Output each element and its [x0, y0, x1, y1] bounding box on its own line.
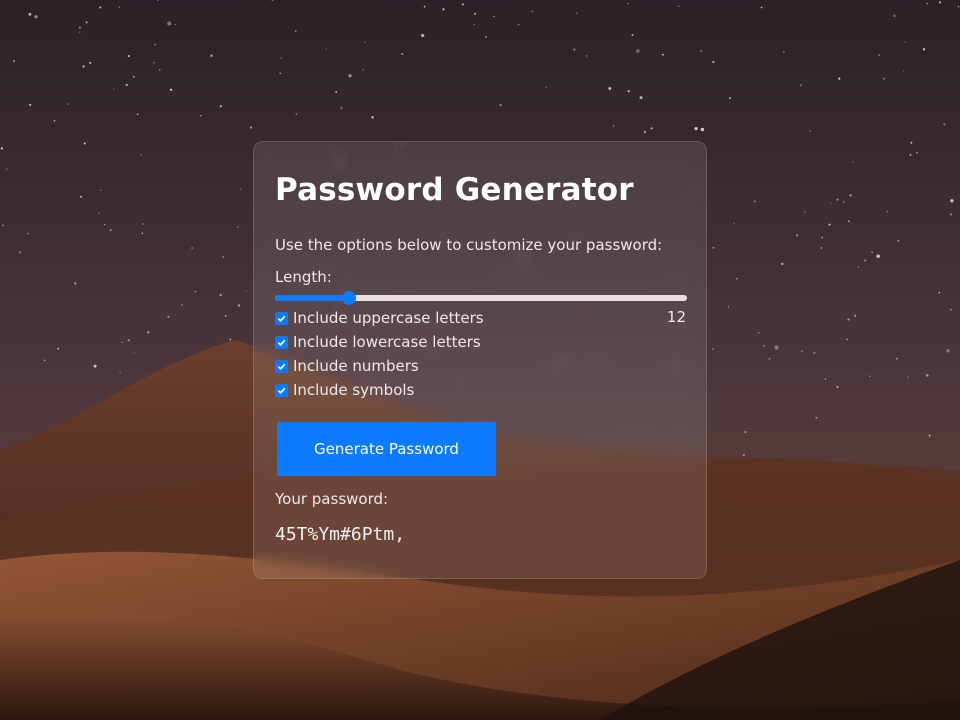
slider-fill [275, 295, 349, 301]
length-value: 12 [666, 308, 686, 326]
length-label: Length: [275, 268, 332, 286]
page-title: Password Generator [275, 172, 634, 208]
uppercase-checkbox[interactable] [275, 311, 288, 325]
app-window: Password Generator Use the options below… [0, 0, 960, 720]
check-icon [277, 363, 286, 370]
check-icon [277, 339, 286, 346]
password-label: Your password: [275, 490, 389, 508]
option-numbers[interactable]: Include numbers [275, 356, 419, 376]
password-output: 45T%Ym#6Ptm, [275, 524, 406, 545]
password-generator-card: Password Generator Use the options below… [253, 141, 707, 579]
numbers-label: Include numbers [293, 357, 419, 375]
instructions-text: Use the options below to customize your … [275, 236, 663, 254]
lowercase-label: Include lowercase letters [293, 333, 481, 351]
symbols-label: Include symbols [293, 381, 415, 399]
option-symbols[interactable]: Include symbols [275, 380, 414, 400]
symbols-checkbox[interactable] [275, 383, 288, 397]
uppercase-label: Include uppercase letters [293, 309, 484, 327]
numbers-checkbox[interactable] [275, 359, 288, 373]
check-icon [277, 315, 286, 322]
check-icon [277, 387, 286, 394]
length-slider[interactable] [275, 291, 687, 305]
option-lowercase[interactable]: Include lowercase letters [275, 332, 481, 352]
lowercase-checkbox[interactable] [275, 335, 288, 349]
option-uppercase[interactable]: Include uppercase letters [275, 308, 484, 328]
generate-password-button[interactable]: Generate Password [277, 422, 496, 476]
slider-thumb[interactable] [342, 291, 356, 305]
